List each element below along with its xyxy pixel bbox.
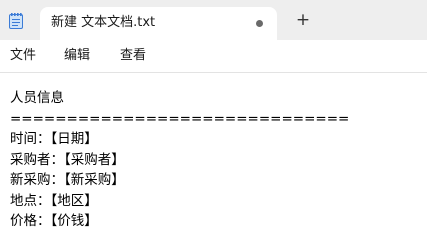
editor-line: 价格：【价钱】	[10, 213, 98, 229]
editor-line: 采购者：【采购者】	[10, 151, 125, 168]
menu-edit[interactable]: 编辑	[64, 48, 90, 64]
editor-line: 时间：【日期】	[10, 131, 98, 147]
text-editor[interactable]: 人员信息 ============================== 时间：【…	[10, 88, 420, 232]
plus-icon: +	[295, 10, 311, 30]
editor-line: ==============================	[10, 110, 350, 127]
menu-bar: 文件 编辑 查看	[0, 40, 427, 72]
tab-title: 新建 文本文档.txt	[51, 15, 156, 30]
editor-line: 地点：【地区】	[10, 192, 98, 209]
editor-line: 新采购：【新采购】	[10, 172, 125, 188]
menu-file[interactable]: 文件	[10, 48, 36, 64]
new-tab-button[interactable]: +	[295, 10, 311, 30]
editor-line: 人员信息	[10, 90, 64, 106]
menu-divider	[0, 72, 427, 73]
tab-document[interactable]: 新建 文本文档.txt	[40, 7, 277, 40]
notepad-icon	[9, 13, 23, 29]
menu-view[interactable]: 查看	[120, 48, 146, 64]
notepad-window: 新建 文本文档.txt + 文件 编辑 查看 人员信息 ============…	[0, 0, 427, 241]
unsaved-dot-icon[interactable]	[256, 20, 263, 27]
tab-bar: 新建 文本文档.txt +	[0, 0, 427, 40]
